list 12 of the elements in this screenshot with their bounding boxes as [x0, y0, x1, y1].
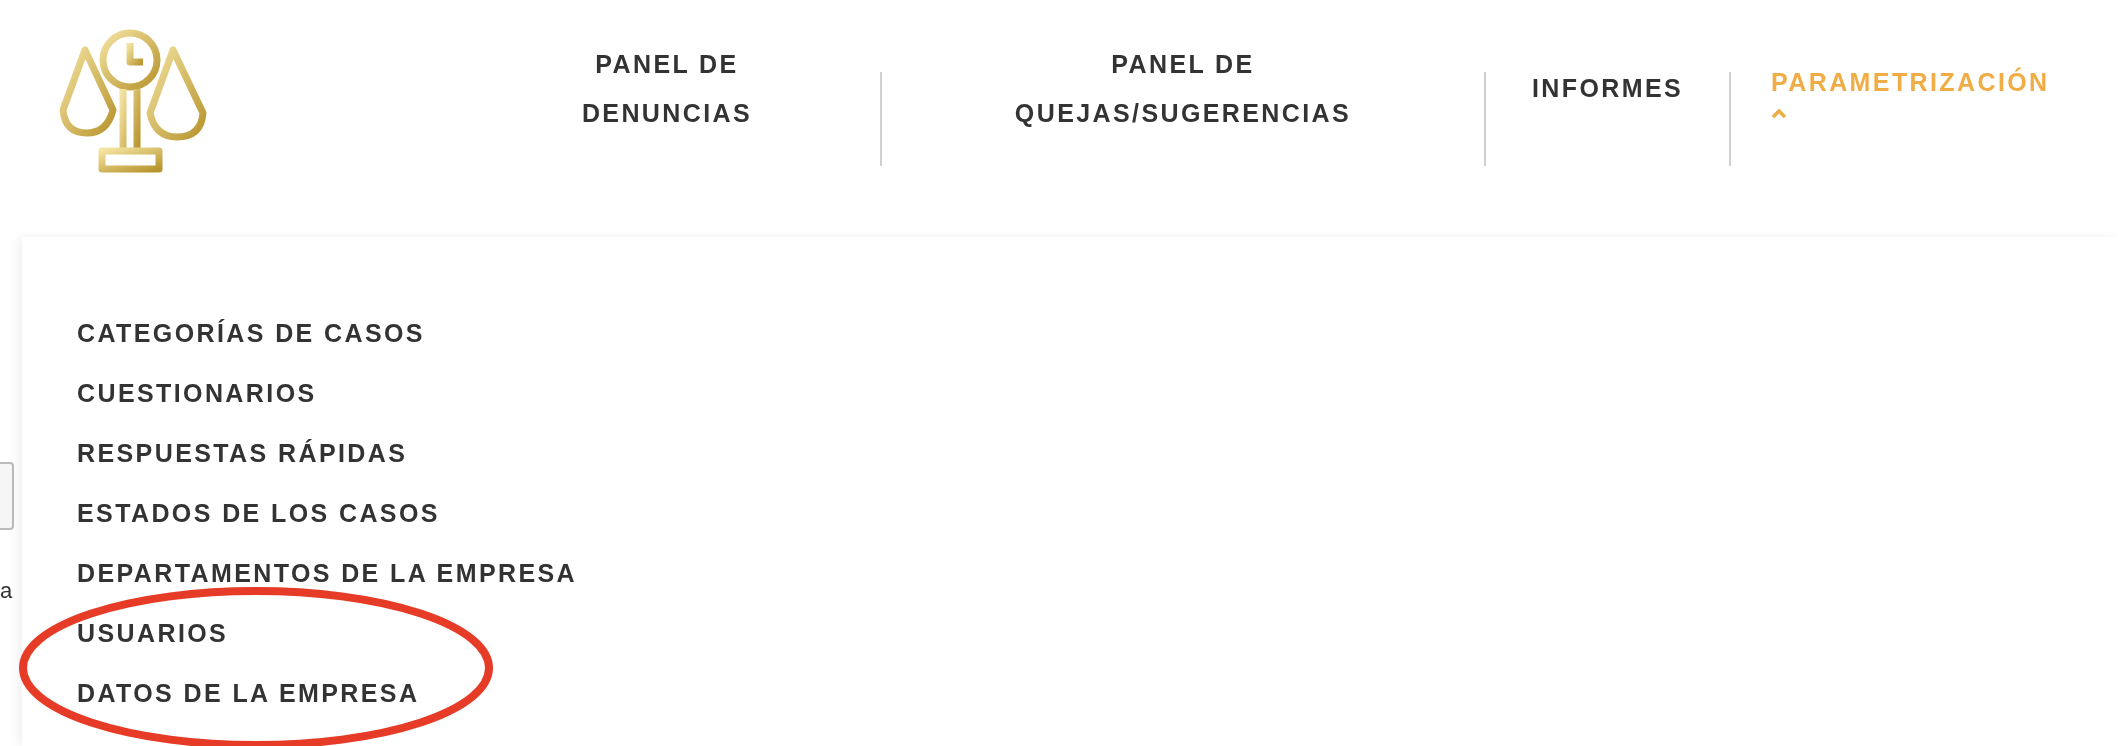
- dropdown-menu-item[interactable]: DEPARTAMENTOS DE LA EMPRESA: [77, 557, 578, 589]
- dropdown-menu-item[interactable]: DATOS DE LA EMPRESA: [77, 677, 420, 709]
- background-text: a: [0, 577, 13, 605]
- dropdown-menu-item[interactable]: USUARIOS: [77, 617, 229, 649]
- nav-tab[interactable]: PANEL DE QUEJAS/SUGERENCIAS: [983, 39, 1383, 138]
- nav-tab[interactable]: INFORMES: [1531, 64, 1684, 113]
- dropdown-menu-item[interactable]: RESPUESTAS RÁPIDAS: [77, 437, 408, 469]
- nav-tab[interactable]: PANEL DE DENUNCIAS: [552, 39, 782, 138]
- caret-up-icon[interactable]: [1771, 109, 1787, 119]
- dropdown-menu-item[interactable]: ESTADOS DE LOS CASOS: [77, 497, 440, 529]
- dropdown-menu-item[interactable]: CATEGORÍAS DE CASOS: [77, 317, 425, 349]
- dropdown-menu-item[interactable]: CUESTIONARIOS: [77, 377, 317, 409]
